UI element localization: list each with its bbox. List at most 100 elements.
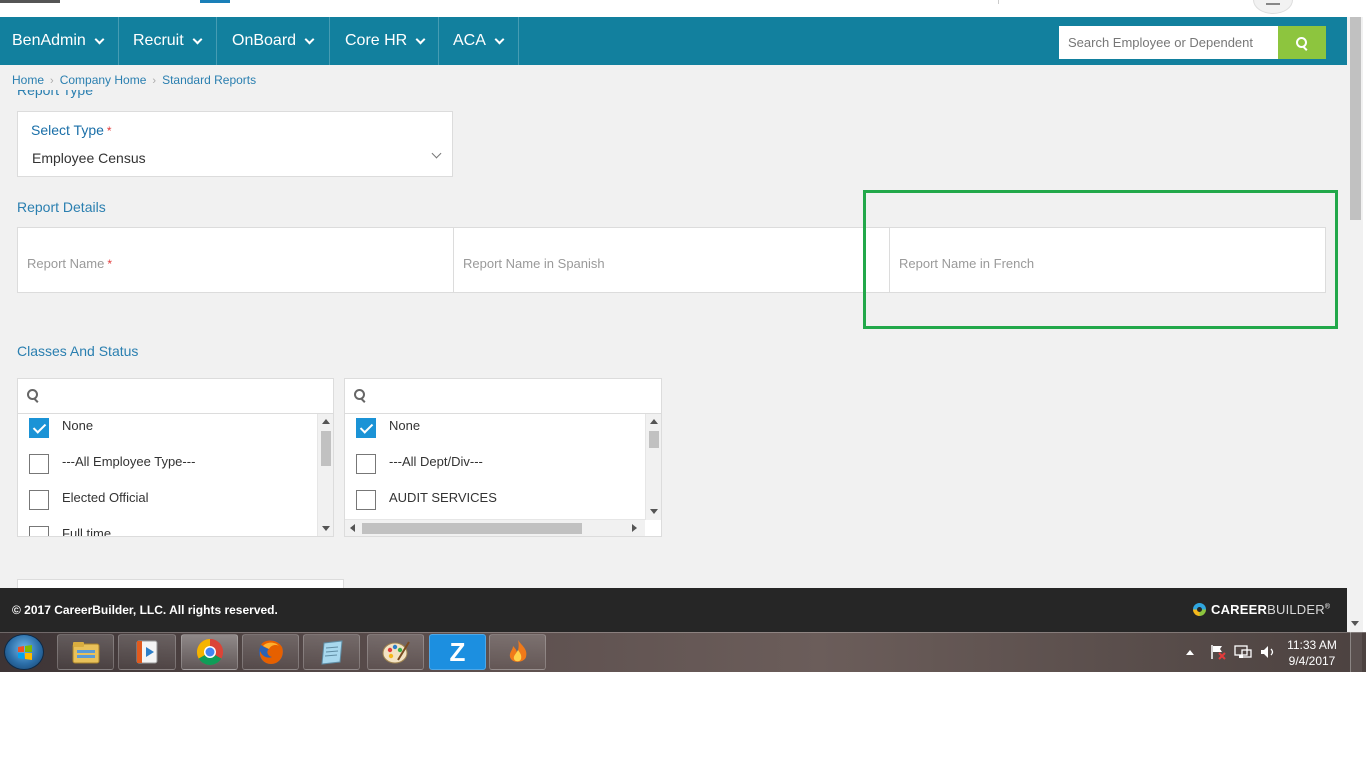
next-section-box (17, 579, 344, 588)
nav-aca[interactable]: ACA (439, 17, 519, 65)
employee-type-search[interactable] (18, 379, 333, 414)
list-item-label: ---All Dept/Div--- (389, 453, 483, 469)
chevron-down-icon (304, 34, 315, 44)
taskbar-firefox[interactable] (242, 634, 299, 670)
checkbox[interactable] (29, 526, 49, 536)
report-name-spanish-placeholder: Report Name in Spanish (463, 256, 605, 271)
checkbox-checked[interactable] (29, 418, 49, 438)
checkbox[interactable] (356, 454, 376, 474)
network-icon[interactable] (1233, 642, 1253, 662)
list-item[interactable]: None (356, 418, 420, 438)
nav-onboard[interactable]: OnBoard (217, 17, 330, 65)
classes-status-section-label: Classes And Status (17, 343, 139, 359)
scrollbar-thumb[interactable] (321, 431, 331, 466)
windows-taskbar: Z 11:33 AM 9/4/2017 (0, 632, 1366, 672)
nav-label: ACA (453, 32, 486, 49)
checkbox[interactable] (29, 454, 49, 474)
list-item[interactable]: Elected Official (29, 490, 148, 510)
scroll-up-arrow-icon[interactable] (650, 419, 658, 424)
scroll-left-arrow-icon[interactable] (350, 524, 355, 532)
list-item[interactable]: AUDIT SERVICES (356, 490, 497, 510)
checkbox[interactable] (29, 490, 49, 510)
nav-label: OnBoard (232, 32, 297, 49)
top-strip-link-fragment (200, 0, 230, 3)
avatar-menu-icon (1266, 3, 1280, 5)
windows-flag-icon (18, 645, 32, 660)
breadcrumb: Home › Company Home › Standard Reports (12, 73, 256, 87)
taskbar-notepad[interactable] (303, 634, 360, 670)
report-name-french-field[interactable]: Report Name in French (889, 227, 1326, 293)
listbox-vertical-scrollbar[interactable] (317, 414, 333, 536)
action-center-flag-icon[interactable] (1208, 642, 1228, 662)
show-desktop-button[interactable] (1350, 632, 1362, 672)
list-item-label: AUDIT SERVICES (389, 489, 497, 505)
report-name-spanish-field[interactable]: Report Name in Spanish (453, 227, 890, 293)
top-strip (0, 0, 1347, 17)
user-avatar[interactable] (1253, 0, 1293, 14)
taskbar-flame-app[interactable] (489, 634, 546, 670)
report-name-field[interactable]: Report Name * (17, 227, 454, 293)
firefox-icon (258, 640, 283, 664)
nav-recruit[interactable]: Recruit (119, 17, 217, 65)
taskbar-zoom[interactable]: Z (429, 634, 486, 670)
breadcrumb-home[interactable]: Home (12, 73, 44, 87)
scrollbar-thumb[interactable] (649, 431, 659, 448)
employee-search-input[interactable] (1059, 26, 1278, 59)
scroll-up-arrow-icon[interactable] (322, 419, 330, 424)
file-explorer-icon (72, 642, 99, 664)
chrome-icon (196, 638, 223, 666)
page-vertical-scrollbar[interactable] (1347, 17, 1363, 632)
report-details-section-label: Report Details (17, 199, 106, 215)
taskbar-media-player[interactable] (118, 634, 176, 670)
clock-date: 9/4/2017 (1288, 654, 1336, 668)
taskbar-file-explorer[interactable] (57, 634, 114, 670)
scrollbar-thumb[interactable] (1350, 17, 1361, 220)
main-content: Home › Company Home › Standard Reports Repor… (0, 65, 1347, 588)
breadcrumb-standard-reports[interactable]: Standard Reports (162, 73, 256, 87)
careerbuilder-logo-icon (1193, 603, 1206, 616)
top-strip-text-fragment (0, 0, 60, 3)
footer-copyright: © 2017 CareerBuilder, LLC. All rights re… (12, 603, 278, 617)
breadcrumb-company-home[interactable]: Company Home (60, 73, 147, 87)
checkbox-checked[interactable] (356, 418, 376, 438)
volume-icon[interactable] (1258, 642, 1278, 662)
scroll-down-arrow-icon[interactable] (1351, 621, 1359, 626)
select-type-dropdown[interactable]: Select Type * Employee Census (17, 111, 453, 177)
department-listbox: None ---All Dept/Div--- AUDIT SERVICES (344, 378, 662, 537)
department-search[interactable] (345, 379, 661, 414)
taskbar-chrome[interactable] (181, 634, 238, 670)
registered-mark: ® (1324, 603, 1331, 611)
list-item[interactable]: None (29, 418, 93, 438)
scroll-down-arrow-icon[interactable] (650, 509, 658, 514)
list-item[interactable]: Full time (29, 525, 112, 537)
breadcrumb-separator-icon: › (152, 75, 157, 87)
scrollbar-thumb[interactable] (362, 523, 582, 534)
scroll-right-arrow-icon[interactable] (632, 524, 637, 532)
report-name-french-placeholder: Report Name in French (899, 256, 1035, 271)
start-orb-icon[interactable] (4, 634, 44, 670)
required-asterisk: * (106, 124, 112, 138)
nav-core-hr[interactable]: Core HR (330, 17, 439, 65)
taskbar-paint[interactable] (367, 634, 424, 670)
nav-label: Recruit (133, 32, 184, 49)
listbox-horizontal-scrollbar[interactable] (345, 519, 645, 536)
list-item-label: Full time (62, 525, 112, 537)
listbox-vertical-scrollbar[interactable] (645, 414, 661, 520)
nav-benadmin[interactable]: BenAdmin (0, 17, 119, 65)
report-name-placeholder: Report Name * (27, 256, 112, 271)
list-item[interactable]: ---All Employee Type--- (29, 454, 195, 474)
main-navbar: BenAdmin Recruit OnBoard Core HR ACA (0, 17, 1347, 65)
list-item[interactable]: ---All Dept/Div--- (356, 454, 483, 474)
checkbox[interactable] (356, 490, 376, 510)
flame-app-icon (509, 640, 526, 662)
chevron-down-icon (415, 34, 426, 44)
required-asterisk: * (107, 257, 112, 271)
clock-time: 11:33 AM (1287, 638, 1337, 652)
select-type-value: Employee Census (32, 150, 146, 166)
search-button[interactable] (1278, 26, 1326, 59)
scroll-down-arrow-icon[interactable] (322, 526, 330, 531)
chevron-down-icon (192, 34, 203, 44)
show-hidden-icons-icon[interactable] (1186, 649, 1194, 655)
careerbuilder-wordmark: CAREERBUILDER® (1211, 602, 1331, 617)
system-clock[interactable]: 11:33 AM 9/4/2017 (1280, 637, 1344, 669)
